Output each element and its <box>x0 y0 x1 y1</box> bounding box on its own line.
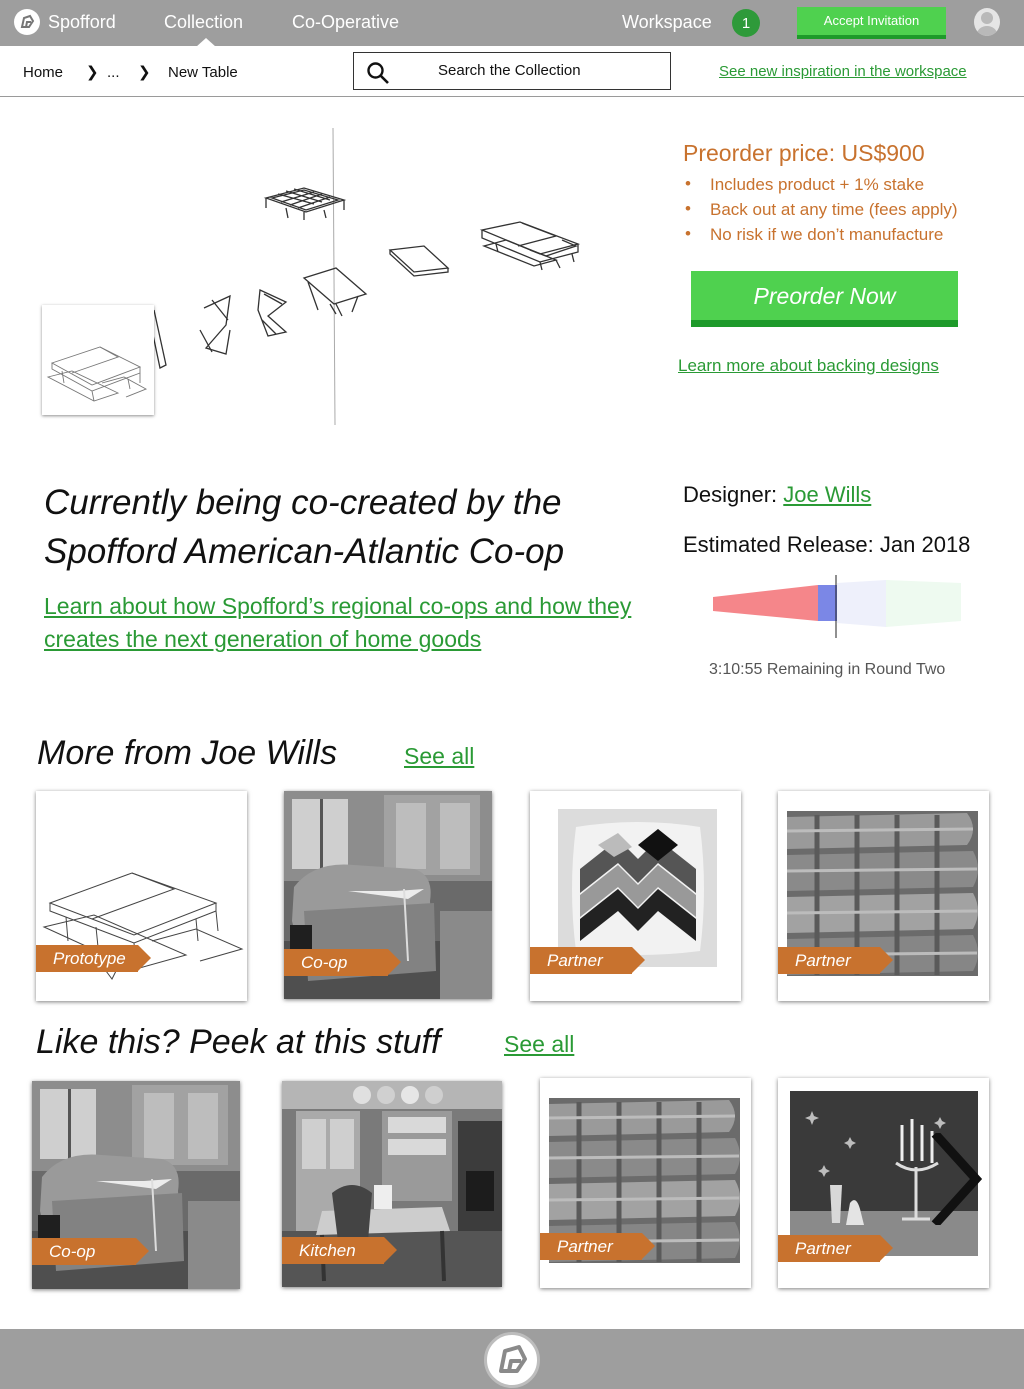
workspace-count-badge[interactable]: 1 <box>732 9 760 37</box>
brand[interactable]: Spofford <box>14 9 116 35</box>
preorder-benefits-list: Includes product + 1% stake Back out at … <box>683 174 958 250</box>
benefit-item: No risk if we don’t manufacture <box>683 224 958 250</box>
preorder-price: Preorder price: US$900 <box>683 140 925 166</box>
coop-info-link[interactable]: Learn about how Spofford’s regional co-o… <box>44 590 644 656</box>
table-sketch-thumbnail <box>46 346 148 402</box>
footer-logo-icon[interactable] <box>484 1332 540 1388</box>
carousel-next-arrow-icon[interactable] <box>930 1133 982 1225</box>
breadcrumb-separator-icon: ❯ <box>138 64 151 81</box>
nav-workspace[interactable]: Workspace <box>622 12 712 33</box>
release-line: Estimated Release: Jan 2018 <box>683 532 970 558</box>
user-avatar-icon[interactable] <box>974 8 1000 36</box>
card-tag: Partner <box>778 1235 893 1262</box>
product-card[interactable]: Partner <box>530 791 741 1001</box>
card-tag: Prototype <box>36 945 151 972</box>
designer-name-link[interactable]: Joe Wills <box>783 482 871 507</box>
card-tag: Partner <box>530 947 645 974</box>
round-remaining-time: 3:10:55 Remaining in Round Two <box>709 661 946 678</box>
like-this-title: Like this? Peek at this stuff <box>36 1023 441 1061</box>
like-this-see-all-link[interactable]: See all <box>504 1031 574 1058</box>
product-card[interactable]: Co-op <box>32 1081 240 1289</box>
nav-coop[interactable]: Co-Operative <box>292 12 399 33</box>
round-progress-timeline <box>713 575 961 638</box>
spofford-logo-icon <box>14 9 40 35</box>
top-nav: Spofford Collection Co-Operative Workspa… <box>0 0 1024 47</box>
designer-label: Designer: <box>683 482 778 507</box>
nav-collection[interactable]: Collection <box>164 12 243 33</box>
product-thumbnail[interactable] <box>42 305 154 415</box>
benefit-item: Back out at any time (fees apply) <box>683 199 958 225</box>
breadcrumb-bar: Home ❯ ... ❯ New Table Search the Collec… <box>0 46 1024 97</box>
product-card[interactable]: Prototype <box>36 791 247 1001</box>
timeline-future-segment <box>886 580 961 627</box>
timeline-current-segment <box>818 585 837 621</box>
search-icon <box>367 62 389 84</box>
preorder-now-button[interactable]: Preorder Now <box>691 271 958 327</box>
more-from-title: More from Joe Wills <box>37 734 338 772</box>
more-from-see-all-link[interactable]: See all <box>404 743 474 770</box>
workspace-inspiration-link[interactable]: See new inspiration in the workspace <box>719 63 967 80</box>
product-card[interactable]: Partner <box>778 791 989 1001</box>
benefit-item: Includes product + 1% stake <box>683 174 958 200</box>
card-tag: Kitchen <box>282 1237 397 1264</box>
search-placeholder: Search the Collection <box>438 62 581 79</box>
breadcrumb-separator-icon: ❯ <box>86 64 99 81</box>
breadcrumb-current: New Table <box>168 64 238 81</box>
timeline-next-segment <box>837 580 886 627</box>
accept-invitation-button[interactable]: Accept Invitation <box>797 7 946 39</box>
chevron-pillow-photo <box>558 809 717 967</box>
card-tag: Partner <box>778 947 893 974</box>
timeline-past-segment <box>713 585 818 621</box>
coop-heading: Currently being co-created by the Spoffo… <box>44 483 565 571</box>
learn-backing-link[interactable]: Learn more about backing designs <box>678 356 939 376</box>
breadcrumb-home[interactable]: Home <box>23 64 63 81</box>
card-tag: Co-op <box>284 949 401 976</box>
release-label: Estimated Release: <box>683 532 874 557</box>
card-tag: Partner <box>540 1233 655 1260</box>
card-tag: Co-op <box>32 1238 149 1265</box>
release-date: Jan 2018 <box>879 532 971 557</box>
product-card[interactable]: Kitchen <box>282 1081 502 1287</box>
product-card[interactable]: Partner <box>540 1078 751 1288</box>
breadcrumb-ellipsis[interactable]: ... <box>107 64 120 81</box>
designer-line: Designer: Joe Wills <box>683 482 871 508</box>
search-input[interactable]: Search the Collection <box>353 52 671 90</box>
brand-name: Spofford <box>48 11 116 32</box>
product-card[interactable]: Co-op <box>284 791 492 999</box>
